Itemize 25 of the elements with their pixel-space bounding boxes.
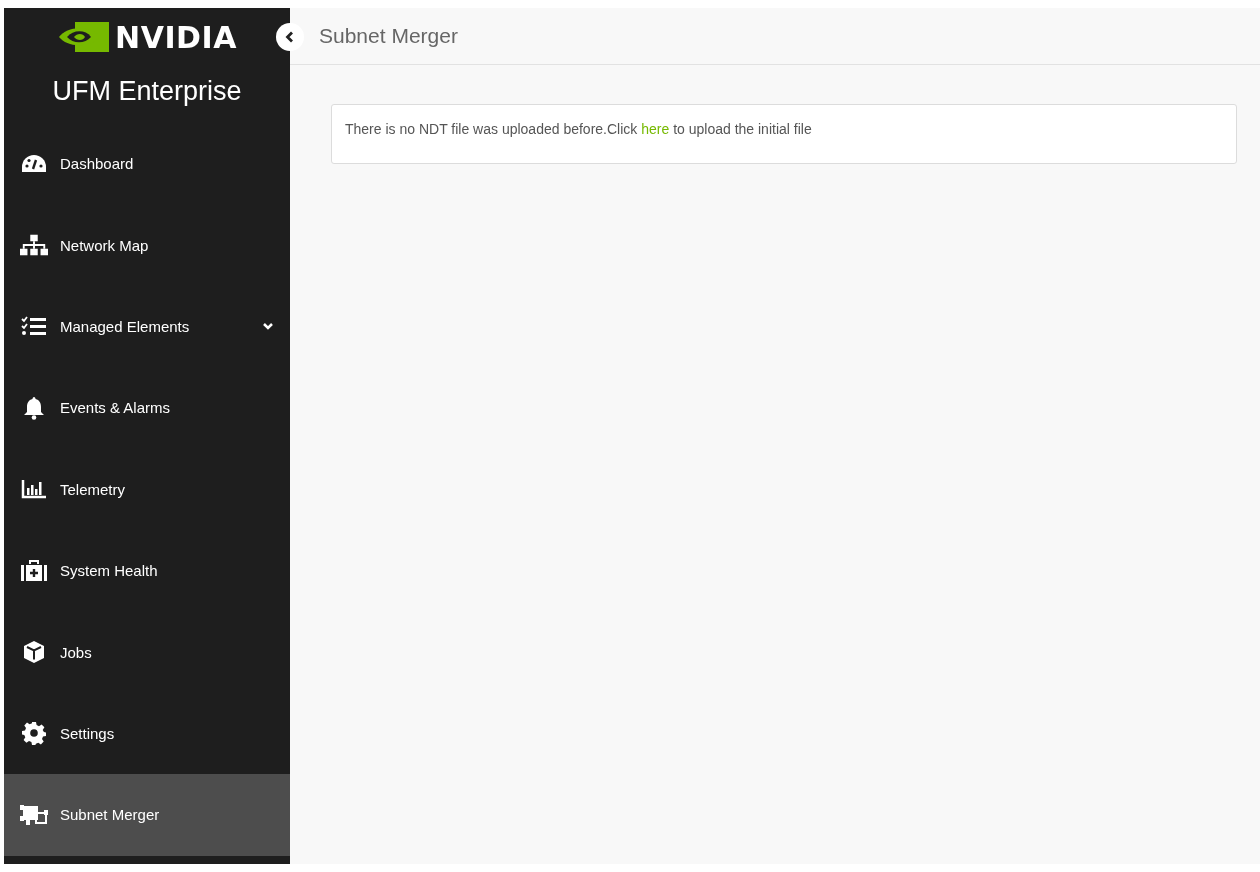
page-title: Subnet Merger (319, 24, 458, 48)
merge-icon (20, 803, 48, 826)
collapse-sidebar-button[interactable] (276, 23, 304, 51)
gauge-icon (21, 153, 47, 174)
nav-item[interactable]: Network Map (4, 204, 290, 286)
nav-item[interactable]: System Health (4, 529, 290, 612)
bar-chart-icon (21, 479, 47, 500)
gear-icon (22, 721, 46, 746)
nav-item[interactable]: Managed Elements (4, 285, 290, 368)
cube-icon (22, 640, 46, 665)
nav-item[interactable]: Telemetry (4, 448, 290, 530)
upload-message: There is no NDT file was uploaded before.Click here to upload the initial file (345, 121, 812, 137)
checklist-icon (21, 316, 47, 337)
sitemap-icon (20, 234, 48, 257)
chevron-left-icon (285, 31, 295, 43)
bell-icon (23, 395, 45, 420)
nav-item[interactable]: Subnet Merger (4, 774, 290, 856)
nav-item[interactable]: Settings (4, 692, 290, 775)
brand-name: NVIDIA (115, 19, 237, 55)
first-aid-kit-icon (21, 559, 47, 582)
product-title: UFM Enterprise (51, 75, 243, 108)
logo-eye-icon (57, 22, 110, 52)
nav-item[interactable]: Jobs (4, 611, 290, 693)
nav-item[interactable]: Dashboard (4, 123, 290, 205)
nav-item[interactable]: Events & Alarms (4, 367, 290, 449)
